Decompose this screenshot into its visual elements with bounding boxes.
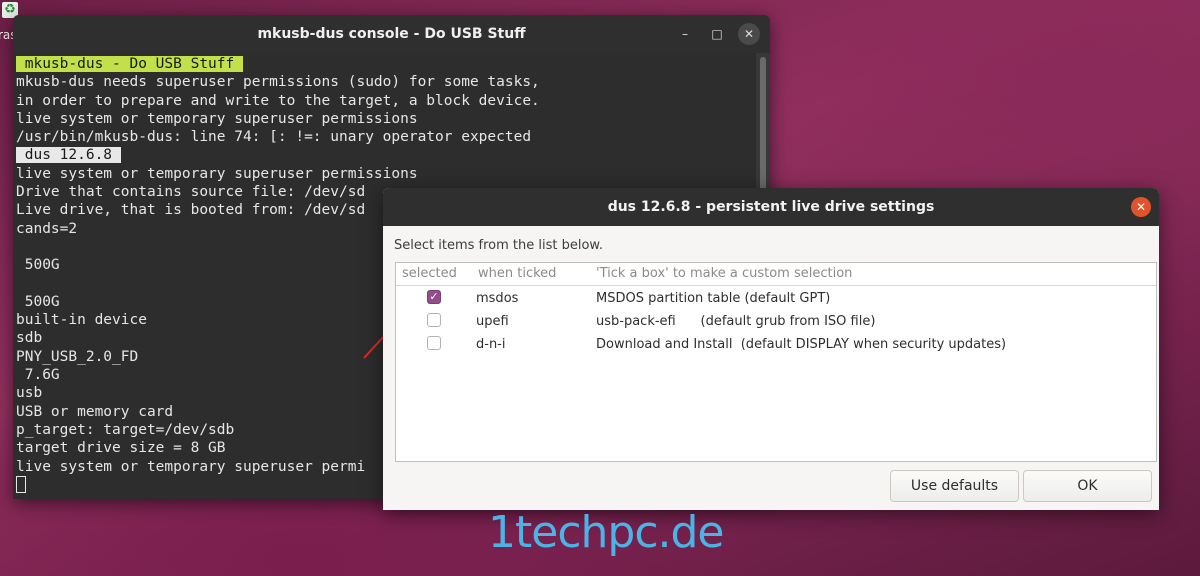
- terminal-line-text: /usr/bin/mkusb-dus: line 74: [: !=: unar…: [16, 129, 532, 146]
- terminal-line-text: Drive that contains source file: /dev/sd: [16, 184, 366, 201]
- options-list[interactable]: selected when ticked 'Tick a box' to mak…: [395, 262, 1157, 462]
- list-row-msdos[interactable]: ✓ msdos MSDOS partition table (default GPT…: [396, 287, 1156, 310]
- terminal-line-text: PNY_USB_2.0_FD: [16, 348, 139, 365]
- list-row-d-n-i[interactable]: d-n-i Download and Install (default DISPL…: [396, 333, 1156, 356]
- terminal-line-text: live system or temporary superuser permi…: [16, 165, 418, 182]
- terminal-line-text: usb: [16, 385, 43, 402]
- dialog-titlebar[interactable]: dus 12.6.8 - persistent live drive setti…: [383, 188, 1159, 226]
- terminal-line-text: USB or memory card: [16, 403, 174, 420]
- checkbox-d-n-i[interactable]: [427, 336, 441, 350]
- terminal-line-text: Live drive, that is booted from: /dev/sd: [16, 202, 366, 219]
- terminal-line-text: in order to prepare and write to the tar…: [16, 92, 540, 109]
- terminal-line: mkusb-dus needs superuser permissions (s…: [16, 73, 753, 91]
- row-description: Download and Install (default DISPLAY wh…: [596, 337, 1007, 352]
- terminal-line: mkusb-dus - Do USB Stuff: [16, 55, 753, 73]
- maximize-button[interactable]: □: [706, 23, 728, 45]
- terminal-line: dus 12.6.8: [16, 146, 753, 164]
- column-header-selected[interactable]: selected: [402, 266, 457, 281]
- terminal-line-text: mkusb-dus - Do USB Stuff: [16, 56, 243, 72]
- close-button[interactable]: ✕: [738, 23, 760, 45]
- dialog-close-button[interactable]: ✕: [1131, 197, 1151, 217]
- terminal-title: mkusb-dus console - Do USB Stuff: [257, 26, 526, 42]
- row-name: upefi: [476, 314, 509, 329]
- settings-dialog[interactable]: dus 12.6.8 - persistent live drive setti…: [383, 188, 1159, 510]
- list-row-upefi[interactable]: upefi usb-pack-efi (default grub from ISO…: [396, 310, 1156, 333]
- terminal-line: live system or temporary superuser permi…: [16, 165, 753, 183]
- terminal-line-text: live system or temporary superuser permi: [16, 458, 366, 475]
- ok-button[interactable]: OK: [1023, 470, 1152, 502]
- minimize-button[interactable]: –: [674, 23, 696, 45]
- terminal-line-text: live system or temporary superuser permi…: [16, 110, 418, 127]
- terminal-line: live system or temporary superuser permi…: [16, 110, 753, 128]
- column-header-description[interactable]: 'Tick a box' to make a custom selection: [596, 266, 852, 281]
- terminal-line-text: 500G: [16, 293, 60, 310]
- terminal-titlebar[interactable]: mkusb-dus console - Do USB Stuff – □ ✕: [13, 15, 770, 53]
- terminal-line-text: mkusb-dus needs superuser permissions (s…: [16, 74, 540, 91]
- row-name: d-n-i: [476, 337, 506, 352]
- checkbox-msdos[interactable]: ✓: [427, 290, 441, 304]
- row-description: MSDOS partition table (default GPT): [596, 291, 831, 306]
- terminal-line-text: 500G: [16, 257, 60, 274]
- terminal-line-text: sdb: [16, 330, 43, 347]
- terminal-line-text: p_target: target=/dev/sdb: [16, 421, 235, 438]
- column-header-when-ticked[interactable]: when ticked: [478, 266, 556, 281]
- dialog-title: dus 12.6.8 - persistent live drive setti…: [607, 199, 935, 215]
- terminal-line: in order to prepare and write to the tar…: [16, 92, 753, 110]
- terminal-line-text: 7.6G: [16, 367, 60, 384]
- terminal-cursor: [16, 475, 26, 493]
- terminal-line-text: dus 12.6.8: [16, 147, 121, 164]
- watermark-text: 1techpc.de: [488, 507, 725, 558]
- terminal-line-text: target drive size = 8 GB: [16, 440, 226, 457]
- use-defaults-button[interactable]: Use defaults: [890, 470, 1019, 502]
- dialog-prompt: Select items from the list below.: [394, 238, 603, 253]
- terminal-line-text: cands=2: [16, 220, 78, 237]
- row-description: usb-pack-efi (default grub from ISO file…: [596, 314, 876, 329]
- list-header: selected when ticked 'Tick a box' to mak…: [396, 263, 1156, 286]
- row-name: msdos: [476, 291, 519, 306]
- terminal-line-text: built-in device: [16, 312, 147, 329]
- terminal-line: /usr/bin/mkusb-dus: line 74: [: !=: unar…: [16, 128, 753, 146]
- checkbox-upefi[interactable]: [427, 313, 441, 327]
